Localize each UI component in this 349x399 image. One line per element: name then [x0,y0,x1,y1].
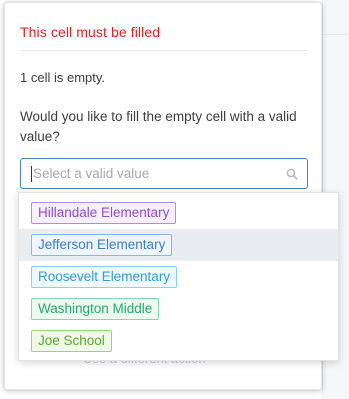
option-chip: Washington Middle [31,298,160,320]
error-title: This cell must be filled [20,24,161,40]
empty-cell-note: 1 cell is empty. [20,70,106,85]
option-chip: Joe School [31,330,112,352]
fill-question: Would you like to fill the empty cell wi… [20,109,297,144]
dropdown-option[interactable]: Jefferson Elementary [19,229,338,261]
option-chip: Hillandale Elementary [31,202,177,224]
dropdown-option[interactable]: Washington Middle [19,293,338,325]
value-dropdown: Hillandale Elementary Jefferson Elementa… [18,192,339,361]
background-row-line [323,34,349,35]
divider [20,50,308,51]
option-chip: Jefferson Elementary [31,234,173,256]
select-placeholder: Select a valid value [33,166,150,181]
dropdown-option[interactable]: Joe School [19,325,338,357]
dropdown-option[interactable]: Roosevelt Elementary [19,261,338,293]
search-icon [286,168,298,180]
valid-value-select[interactable]: Select a valid value [20,158,308,189]
option-chip: Roosevelt Elementary [31,266,178,288]
text-caret [31,166,32,182]
dropdown-option[interactable]: Hillandale Elementary [19,197,338,229]
